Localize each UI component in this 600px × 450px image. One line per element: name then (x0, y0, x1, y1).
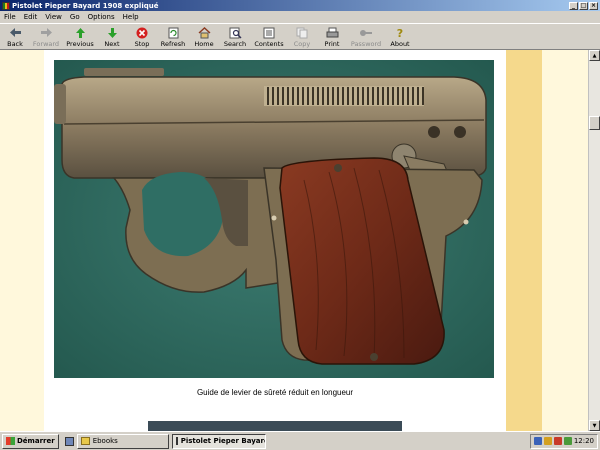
window-title: Pistolet Pieper Bayard 1908 expliqué (12, 1, 159, 10)
ebook-icon (175, 437, 178, 445)
up-arrow-icon (75, 27, 85, 38)
close-button[interactable]: × (589, 1, 598, 10)
menu-bar: File Edit View Go Options Help (0, 11, 600, 23)
print-button[interactable]: Print (318, 24, 346, 48)
maximize-button[interactable]: □ (579, 1, 588, 10)
home-button[interactable]: Home (190, 24, 218, 48)
refresh-label: Refresh (160, 40, 186, 48)
previous-button[interactable]: Previous (64, 24, 96, 48)
stop-button[interactable]: Stop (128, 24, 156, 48)
task-ebooks[interactable]: Ebooks (76, 433, 169, 449)
next-button[interactable]: Next (98, 24, 126, 48)
scroll-thumb[interactable] (589, 116, 600, 130)
content-viewport[interactable]: Guide de levier de sûreté réduit en long… (0, 50, 588, 431)
stop-icon (136, 27, 148, 38)
next-photo (148, 421, 402, 431)
task-ebook-viewer[interactable]: Pistolet Pieper Bayard... (171, 433, 266, 449)
menu-view[interactable]: View (41, 13, 66, 21)
right-stripe (506, 50, 542, 431)
contents-label: Contents (254, 40, 284, 48)
previous-label: Previous (66, 40, 94, 48)
search-button[interactable]: Search (220, 24, 250, 48)
copy-button[interactable]: Copy (288, 24, 316, 48)
about-button[interactable]: ? About (386, 24, 414, 49)
windows-logo-icon (6, 437, 15, 445)
app-window: Pistolet Pieper Bayard 1908 expliqué _ □… (0, 0, 600, 450)
minimize-button[interactable]: _ (569, 1, 578, 10)
down-arrow-icon (107, 27, 117, 38)
menu-edit[interactable]: Edit (20, 13, 42, 21)
pistol-photo (54, 60, 494, 378)
left-margin (0, 50, 44, 431)
app-icon (2, 1, 10, 10)
print-icon (326, 27, 338, 37)
copy-label: Copy (293, 40, 311, 48)
password-label: Password (350, 40, 382, 48)
menu-options[interactable]: Options (84, 13, 119, 21)
taskbar: Démarrer Ebooks Pistolet Pieper Bayard..… (0, 431, 600, 450)
forward-button[interactable]: Forward (30, 24, 62, 48)
home-icon (198, 26, 210, 38)
pistol-illustration (54, 60, 494, 378)
tray-network-icon[interactable] (533, 437, 542, 445)
right-margin (542, 50, 588, 431)
scroll-down-button[interactable]: ▼ (589, 420, 600, 431)
password-button[interactable]: Password (348, 24, 384, 48)
contents-icon (263, 27, 275, 38)
tray-app-icon[interactable] (563, 437, 572, 445)
back-label: Back (7, 40, 23, 48)
contents-button[interactable]: Contents (252, 24, 286, 48)
print-label: Print (324, 40, 340, 48)
next-label: Next (104, 40, 120, 48)
svg-text:?: ? (397, 27, 403, 39)
clock[interactable]: 12:20 (574, 437, 594, 445)
menu-go[interactable]: Go (66, 13, 84, 21)
refresh-icon (168, 27, 178, 38)
task-ebooks-label: Ebooks (92, 437, 118, 445)
forward-arrow-icon (40, 28, 52, 37)
photo-caption: Guide de levier de sûreté réduit en long… (196, 388, 354, 397)
start-label: Démarrer (17, 437, 55, 445)
search-icon (229, 27, 241, 38)
back-arrow-icon (9, 28, 21, 37)
refresh-button[interactable]: Refresh (158, 24, 188, 48)
menu-help[interactable]: Help (119, 13, 143, 21)
stop-label: Stop (134, 40, 150, 48)
title-bar[interactable]: Pistolet Pieper Bayard 1908 expliqué _ □… (0, 0, 600, 11)
folder-icon (80, 437, 90, 445)
scroll-up-button[interactable]: ▲ (589, 50, 600, 61)
vertical-scrollbar[interactable]: ▲ ▼ (588, 50, 600, 431)
tray-antivirus-icon[interactable] (553, 437, 562, 445)
password-key-icon (360, 29, 372, 36)
menu-file[interactable]: File (0, 13, 20, 21)
back-button[interactable]: Back (2, 24, 28, 48)
search-label: Search (223, 40, 247, 48)
about-label: About (390, 40, 410, 48)
forward-label: Forward (32, 40, 60, 48)
system-tray: 12:20 (529, 433, 598, 449)
quicklaunch-desktop-icon[interactable] (64, 436, 74, 446)
copy-icon (296, 27, 308, 38)
toolbar: Back Forward Previous Next Stop Refresh … (0, 23, 600, 50)
start-button[interactable]: Démarrer (2, 433, 59, 449)
about-icon: ? (397, 27, 403, 39)
home-label: Home (194, 40, 214, 48)
tray-volume-icon[interactable] (543, 437, 552, 445)
task-ebook-viewer-label: Pistolet Pieper Bayard... (180, 437, 265, 445)
